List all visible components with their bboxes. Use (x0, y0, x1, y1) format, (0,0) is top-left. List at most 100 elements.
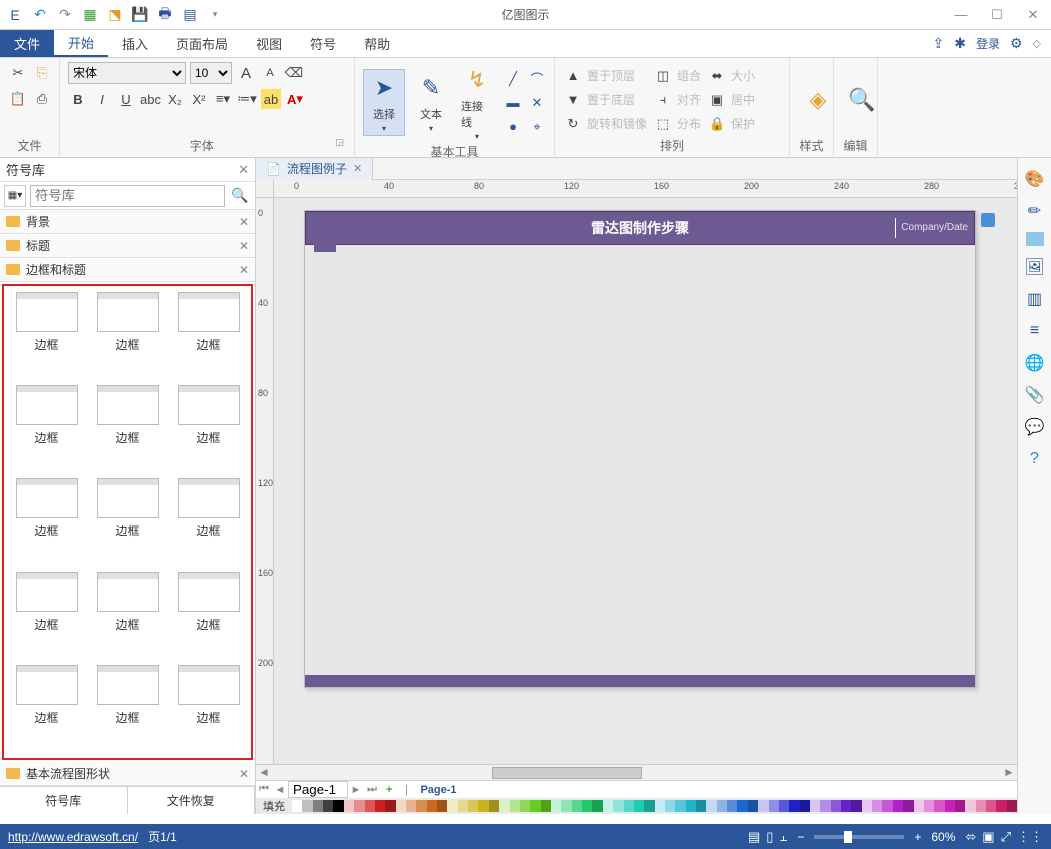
fill-icon[interactable] (1026, 232, 1044, 246)
shrink-font-icon[interactable]: A (260, 63, 280, 83)
color-swatch[interactable] (416, 800, 426, 812)
open-icon[interactable]: ⬔ (104, 4, 126, 26)
paste2-icon[interactable]: ⎙ (32, 89, 52, 109)
color-swatch[interactable] (458, 800, 468, 812)
color-swatch[interactable] (675, 800, 685, 812)
linespacing-icon[interactable]: ≡▾ (213, 89, 233, 109)
shape-item[interactable]: 边框 (8, 665, 85, 752)
fit-page-icon[interactable]: ▣ (982, 829, 994, 845)
bottom-tab-library[interactable]: 符号库 (0, 787, 128, 814)
view2-icon[interactable]: ▯ (766, 829, 773, 845)
help-icon[interactable]: ? (1024, 448, 1046, 470)
print-icon[interactable]: 🖶 (154, 4, 176, 26)
color-swatch[interactable] (934, 800, 944, 812)
color-swatch[interactable] (882, 800, 892, 812)
size-icon[interactable]: ⬌ (707, 66, 727, 86)
share2-icon[interactable]: ✱ (954, 35, 966, 52)
zoom-out-icon[interactable]: − (797, 830, 804, 844)
send-back-icon[interactable]: ▼ (563, 90, 583, 110)
theme-icon[interactable]: 🎨 (1024, 168, 1046, 190)
shape-item[interactable]: 边框 (8, 572, 85, 659)
hyperlink-icon[interactable]: 🌐 (1024, 352, 1046, 374)
color-swatch[interactable] (634, 800, 644, 812)
shape-item[interactable]: 边框 (8, 385, 85, 472)
cut-icon[interactable]: ✂ (8, 63, 28, 83)
panel-close-icon[interactable]: ✕ (238, 162, 249, 178)
close-button[interactable]: ✕ (1015, 1, 1051, 29)
color-swatch[interactable] (831, 800, 841, 812)
color-swatch[interactable] (924, 800, 934, 812)
color-swatch[interactable] (489, 800, 499, 812)
tab-file[interactable]: 文件 (0, 30, 54, 57)
font-size-select[interactable]: 10 (190, 62, 232, 84)
color-swatch[interactable] (603, 800, 613, 812)
color-swatch[interactable] (986, 800, 996, 812)
color-swatch[interactable] (1007, 800, 1017, 812)
section-title[interactable]: 标题✕ (0, 234, 255, 258)
paste-icon[interactable]: 📋 (8, 89, 28, 109)
color-swatch[interactable] (551, 800, 561, 812)
font-color-icon[interactable]: A▾ (285, 89, 305, 109)
color-swatch[interactable] (478, 800, 488, 812)
distribute-icon[interactable]: ⬚ (653, 114, 673, 134)
shape-item[interactable]: 边框 (89, 572, 166, 659)
section-border[interactable]: 边框和标题✕ (0, 258, 255, 282)
arc-icon[interactable]: ⌒ (527, 69, 547, 89)
page-select[interactable] (288, 781, 348, 798)
shape-item[interactable]: 边框 (89, 292, 166, 379)
color-swatch[interactable] (717, 800, 727, 812)
crop-icon[interactable]: ⌖ (527, 117, 547, 137)
highlight-icon[interactable]: ab (261, 89, 281, 109)
search-icon[interactable]: 🔍 (229, 185, 251, 207)
color-swatch[interactable] (302, 800, 312, 812)
view1-icon[interactable]: ▤ (748, 829, 760, 845)
strike-icon[interactable]: abc (140, 89, 161, 109)
shape-item[interactable]: 边框 (170, 385, 247, 472)
page-frame[interactable]: 雷达图制作步骤 Company/Date (304, 210, 976, 688)
color-swatch[interactable] (820, 800, 830, 812)
color-swatch[interactable] (375, 800, 385, 812)
color-swatches[interactable] (292, 800, 1017, 812)
color-swatch[interactable] (955, 800, 965, 812)
image-icon[interactable]: 🖼 (1024, 256, 1046, 278)
color-swatch[interactable] (510, 800, 520, 812)
color-swatch[interactable] (737, 800, 747, 812)
color-swatch[interactable] (727, 800, 737, 812)
shape-item[interactable]: 边框 (89, 665, 166, 752)
color-swatch[interactable] (592, 800, 602, 812)
layer-icon[interactable] (981, 213, 995, 227)
color-swatch[interactable] (613, 800, 623, 812)
shape-item[interactable]: 边框 (89, 385, 166, 472)
color-swatch[interactable] (292, 800, 302, 812)
shape-item[interactable]: 边框 (8, 292, 85, 379)
color-swatch[interactable] (344, 800, 354, 812)
find-button[interactable]: 🔍 (842, 82, 882, 118)
shape-item[interactable]: 边框 (89, 478, 166, 565)
color-swatch[interactable] (706, 800, 716, 812)
line-icon[interactable]: ╱ (503, 69, 523, 89)
library-search-input[interactable] (30, 185, 225, 207)
quick-more-icon[interactable]: ▾ (204, 4, 226, 26)
color-swatch[interactable] (758, 800, 768, 812)
color-swatch[interactable] (696, 800, 706, 812)
zoom-slider[interactable] (814, 835, 904, 839)
tab-insert[interactable]: 插入 (108, 30, 162, 57)
pencil-icon[interactable]: ✏ (1024, 200, 1046, 222)
color-swatch[interactable] (520, 800, 530, 812)
tab-layout[interactable]: 页面布局 (162, 30, 242, 57)
color-swatch[interactable] (914, 800, 924, 812)
save-icon[interactable]: 💾 (129, 4, 151, 26)
shape-item[interactable]: 边框 (8, 478, 85, 565)
status-url[interactable]: http://www.edrawsoft.cn/ (8, 830, 138, 844)
redo-icon[interactable]: ↷ (54, 4, 76, 26)
text-tool[interactable]: ✎文本▾ (411, 70, 451, 135)
color-swatch[interactable] (582, 800, 592, 812)
section-background[interactable]: 背景✕ (0, 210, 255, 234)
export-icon[interactable]: ▤ (179, 4, 201, 26)
clear-format-icon[interactable]: ⌫ (284, 63, 304, 83)
subscript-icon[interactable]: X₂ (165, 89, 185, 109)
underline-icon[interactable]: U (116, 89, 136, 109)
section-basic-flowchart[interactable]: 基本流程图形状✕ (0, 762, 255, 786)
color-swatch[interactable] (447, 800, 457, 812)
color-swatch[interactable] (665, 800, 675, 812)
